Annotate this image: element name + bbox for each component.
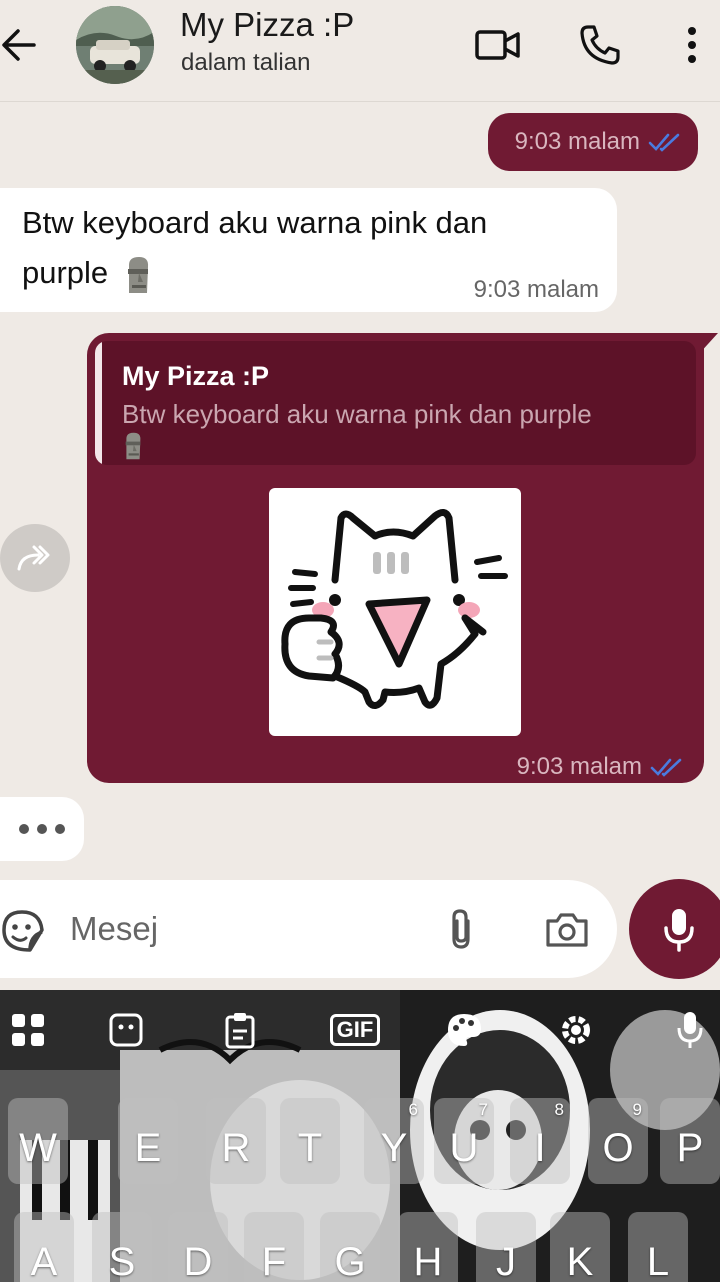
quoted-message[interactable]: My Pizza :P Btw keyboard aku warna pink …	[95, 341, 696, 465]
key-char: R	[221, 1125, 251, 1170]
message-meta: 9:03 malam	[517, 753, 684, 781]
key-char: S	[108, 1239, 136, 1282]
key-j[interactable]: J	[476, 1212, 536, 1282]
paperclip-icon	[452, 909, 470, 949]
key-y[interactable]: 6Y	[364, 1098, 424, 1184]
palette-icon[interactable]	[436, 1002, 492, 1058]
key-e[interactable]: E	[118, 1098, 178, 1184]
double-check-icon	[648, 133, 680, 152]
quoted-body: Btw keyboard aku warna pink dan purple	[122, 399, 592, 429]
key-char: A	[30, 1239, 58, 1282]
message-composer	[0, 880, 617, 978]
key-char: T	[297, 1125, 323, 1170]
message-time: 9:03 malam	[514, 128, 640, 155]
sticker-button[interactable]	[0, 908, 46, 954]
gif-icon[interactable]: GIF	[320, 1002, 390, 1058]
contact-name[interactable]: My Pizza :P	[180, 6, 354, 44]
cat-thumbs-up-sticker[interactable]	[269, 488, 521, 736]
settings-icon[interactable]	[548, 1002, 604, 1058]
forward-icon	[17, 545, 50, 571]
avatar[interactable]	[76, 6, 154, 84]
typing-dot	[55, 824, 65, 834]
typing-dot	[19, 824, 29, 834]
key-char: H	[413, 1239, 443, 1282]
key-g[interactable]: G	[320, 1212, 380, 1282]
key-r[interactable]: R	[206, 1098, 266, 1184]
quote-bar	[95, 341, 102, 465]
sticker-icon[interactable]	[98, 1002, 154, 1058]
arrow-left-icon	[2, 29, 36, 61]
key-k[interactable]: K	[550, 1212, 610, 1282]
outgoing-reply-message[interactable]: My Pizza :P Btw keyboard aku warna pink …	[87, 333, 704, 783]
contact-status: dalam talian	[181, 49, 311, 76]
key-char: P	[676, 1125, 704, 1170]
key-number: 8	[554, 1100, 564, 1119]
key-f[interactable]: F	[244, 1212, 304, 1282]
typing-indicator	[0, 797, 84, 861]
quoted-text: Btw keyboard aku warna pink dan purple	[122, 397, 682, 465]
double-check-icon	[650, 758, 682, 777]
video-call-button[interactable]	[472, 20, 524, 70]
message-meta: 9:03 malam	[515, 128, 682, 156]
sticker-drawing	[281, 509, 508, 709]
key-char: L	[646, 1239, 670, 1282]
voice-input-icon[interactable]	[662, 1002, 718, 1058]
message-input[interactable]	[70, 902, 430, 956]
key-o[interactable]: 9O	[588, 1098, 648, 1184]
key-char: W	[19, 1125, 57, 1170]
forward-button[interactable]	[0, 524, 70, 592]
apps-icon[interactable]	[0, 1002, 56, 1058]
avatar-photo	[76, 6, 154, 84]
key-number: 9	[632, 1100, 642, 1119]
key-p[interactable]: P	[660, 1098, 720, 1184]
key-number: 6	[408, 1100, 418, 1119]
key-char: I	[534, 1125, 546, 1170]
moai-emoji-icon	[125, 432, 141, 460]
typing-dot	[37, 824, 47, 834]
message-body: Btw keyboard aku warna pink dan purple	[22, 205, 488, 290]
key-char: O	[602, 1125, 634, 1170]
key-d[interactable]: D	[168, 1212, 228, 1282]
key-char: F	[261, 1239, 287, 1282]
voice-record-button[interactable]	[629, 879, 720, 979]
key-char: U	[449, 1125, 479, 1170]
more-vertical-icon	[688, 27, 696, 63]
incoming-message[interactable]: Btw keyboard aku warna pink dan purple 9…	[0, 188, 617, 312]
microphone-icon	[664, 909, 694, 952]
back-button[interactable]	[0, 22, 46, 68]
video-camera-icon	[475, 30, 520, 60]
key-number: 7	[478, 1100, 488, 1119]
camera-icon	[546, 913, 588, 947]
outgoing-message[interactable]: 9:03 malam	[488, 113, 698, 171]
key-w[interactable]: W	[8, 1098, 68, 1184]
key-char: D	[183, 1239, 213, 1282]
key-t[interactable]: T	[280, 1098, 340, 1184]
key-u[interactable]: 7U	[434, 1098, 494, 1184]
key-a[interactable]: A	[14, 1212, 74, 1282]
clipboard-icon[interactable]	[212, 1002, 268, 1058]
voice-call-button[interactable]	[574, 20, 626, 70]
sticker-face-icon	[2, 910, 44, 952]
phone-icon	[580, 25, 620, 65]
camera-button[interactable]	[540, 904, 594, 954]
gif-label: GIF	[329, 1014, 381, 1046]
key-h[interactable]: H	[398, 1212, 458, 1282]
moai-emoji-icon	[127, 256, 148, 293]
soft-keyboard: GIF W E R T 6Y 7U 8I 9O P A S D F G H J …	[0, 990, 720, 1282]
key-char: K	[566, 1239, 594, 1282]
message-time: 9:03 malam	[516, 753, 642, 780]
message-time: 9:03 malam	[473, 276, 599, 303]
key-char: E	[134, 1125, 162, 1170]
key-char: Y	[380, 1125, 408, 1170]
key-char: J	[496, 1239, 516, 1282]
quoted-sender: My Pizza :P	[122, 361, 270, 391]
attach-button[interactable]	[436, 904, 486, 954]
key-i[interactable]: 8I	[510, 1098, 570, 1184]
key-char: G	[334, 1239, 366, 1282]
chat-header: My Pizza :P dalam talian	[0, 0, 720, 102]
key-l[interactable]: L	[628, 1212, 688, 1282]
more-options-button[interactable]	[670, 20, 714, 70]
key-s[interactable]: S	[92, 1212, 152, 1282]
